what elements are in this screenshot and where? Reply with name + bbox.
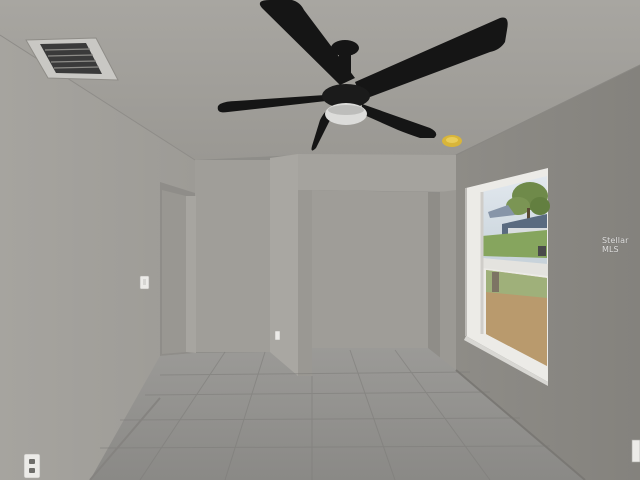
closet-alcove	[312, 190, 428, 348]
room-photo: Stellar MLS	[0, 0, 640, 480]
outlet-right	[631, 439, 640, 463]
room-illustration	[0, 0, 640, 480]
closet-side-wall	[428, 192, 440, 358]
mailbox	[538, 246, 546, 256]
wall-pillar	[270, 154, 298, 376]
back-wall-left	[195, 160, 270, 352]
closet-header	[298, 154, 456, 192]
stake	[492, 272, 499, 292]
watermark: Stellar MLS	[602, 236, 629, 254]
door-trim	[186, 196, 196, 353]
outlet-left	[23, 453, 41, 479]
smoke-detector	[442, 135, 462, 147]
outlet-back-wall	[274, 330, 281, 341]
closet-right-pillar	[440, 190, 456, 370]
doorway-inner-wall	[162, 190, 186, 354]
